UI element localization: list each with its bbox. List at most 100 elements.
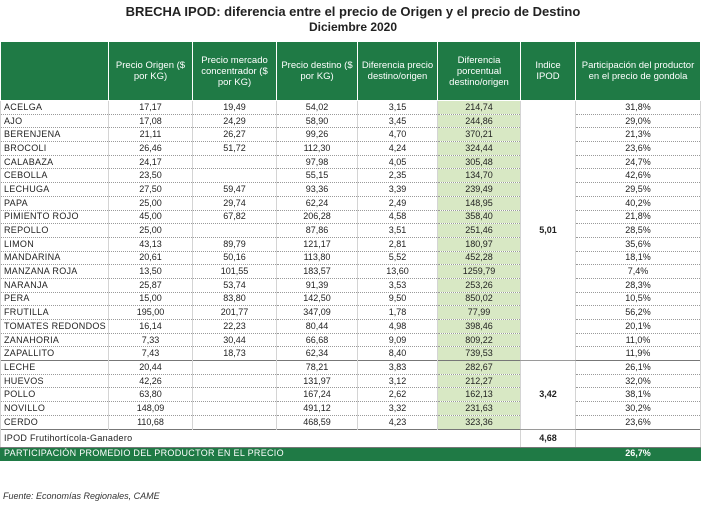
precio-destino: 58,90 bbox=[276, 114, 358, 129]
precio-origen: 45,00 bbox=[108, 210, 193, 225]
table-row: NARANJA 25,87 53,74 91,39 3,53 253,26 28,3% bbox=[0, 278, 701, 293]
diferencia-porcentual: 324,44 bbox=[437, 141, 521, 156]
precio-mercado: 18,73 bbox=[192, 346, 277, 362]
table-row: NOVILLO 148,09 491,12 3,32 231,63 30,2% bbox=[0, 401, 701, 416]
precio-origen: 43,13 bbox=[108, 237, 193, 252]
precio-destino: 62,24 bbox=[276, 196, 358, 211]
product-name: ACELGA bbox=[0, 100, 109, 115]
product-name: TOMATES REDONDOS bbox=[0, 319, 109, 334]
precio-destino: 206,28 bbox=[276, 210, 358, 225]
participation-value: 26,7% bbox=[575, 446, 701, 461]
precio-destino: 93,36 bbox=[276, 182, 358, 197]
table-row: ZAPALLITO 7,43 18,73 62,34 8,40 739,53 11,9% bbox=[0, 346, 701, 362]
precio-mercado: 24,29 bbox=[192, 114, 277, 129]
participacion-productor: 30,2% bbox=[575, 401, 701, 416]
participacion-productor: 29,5% bbox=[575, 182, 701, 197]
diferencia-precio: 4,24 bbox=[357, 141, 438, 156]
report-title: BRECHA IPOD: diferencia entre el precio … bbox=[125, 4, 581, 19]
diferencia-porcentual: 180,97 bbox=[437, 237, 521, 252]
precio-destino: 183,57 bbox=[276, 264, 358, 279]
diferencia-precio: 4,58 bbox=[357, 210, 438, 225]
precio-origen: 17,08 bbox=[108, 114, 193, 129]
table-header-row: Precio Origen ($ por KG) Precio mercado … bbox=[0, 41, 701, 101]
product-name: PERA bbox=[0, 292, 109, 307]
product-name: HUEVOS bbox=[0, 374, 109, 389]
precio-destino: 142,50 bbox=[276, 292, 358, 307]
participacion-productor: 21,3% bbox=[575, 127, 701, 143]
table-row: LIMON 43,13 89,79 121,17 2,81 180,97 35,6% bbox=[0, 237, 701, 252]
precio-mercado: 83,80 bbox=[192, 292, 277, 307]
table-row: POLLO 63,80 167,24 2,62 162,13 38,1% bbox=[0, 387, 701, 403]
precio-origen: 26,46 bbox=[108, 141, 193, 156]
diferencia-precio: 2,35 bbox=[357, 168, 438, 184]
precio-origen: 27,50 bbox=[108, 182, 193, 197]
precio-destino: 78,21 bbox=[276, 360, 358, 375]
precio-origen: 63,80 bbox=[108, 387, 193, 403]
precio-mercado bbox=[192, 168, 277, 184]
participacion-productor: 26,1% bbox=[575, 360, 701, 375]
precio-origen: 25,00 bbox=[108, 196, 193, 211]
diferencia-porcentual: 282,67 bbox=[437, 360, 521, 375]
precio-origen: 20,44 bbox=[108, 360, 193, 375]
diferencia-porcentual: 212,27 bbox=[437, 374, 521, 389]
precio-destino: 112,30 bbox=[276, 141, 358, 156]
summary-label: IPOD Frutihortícola-Ganadero bbox=[0, 428, 521, 448]
ipod-table: Precio Origen ($ por KG) Precio mercado … bbox=[0, 41, 701, 461]
diferencia-porcentual: 253,26 bbox=[437, 278, 521, 293]
participacion-productor: 23,6% bbox=[575, 415, 701, 430]
summary-row: IPOD Frutihortícola-Ganadero 4,68 bbox=[0, 428, 701, 448]
precio-origen: 110,68 bbox=[108, 415, 193, 430]
diferencia-precio: 4,23 bbox=[357, 415, 438, 430]
diferencia-precio: 3,12 bbox=[357, 374, 438, 389]
precio-destino: 91,39 bbox=[276, 278, 358, 293]
summary-ipod-value: 4,68 bbox=[520, 428, 576, 448]
header-porcentual: Diferencia porcentual destino/origen bbox=[437, 41, 521, 101]
ipod-ganadero: 3,42 bbox=[520, 360, 576, 430]
header-diferencia: Diferencia precio destino/origen bbox=[357, 41, 438, 101]
table-row: BROCOLI 26,46 51,72 112,30 4,24 324,44 23,6% bbox=[0, 141, 701, 156]
product-name: MANZANA ROJA bbox=[0, 264, 109, 279]
product-name: CALABAZA bbox=[0, 155, 109, 170]
diferencia-porcentual: 398,46 bbox=[437, 319, 521, 334]
diferencia-precio: 8,40 bbox=[357, 346, 438, 362]
precio-destino: 80,44 bbox=[276, 319, 358, 334]
diferencia-precio: 3,15 bbox=[357, 100, 438, 115]
table-row: LECHE 20,44 78,21 3,83 282,67 3,42 26,1% bbox=[0, 360, 701, 430]
participacion-productor: 29,0% bbox=[575, 114, 701, 129]
diferencia-precio: 4,70 bbox=[357, 127, 438, 143]
precio-destino: 347,09 bbox=[276, 305, 358, 320]
participacion-productor: 10,5% bbox=[575, 292, 701, 307]
participacion-productor: 35,6% bbox=[575, 237, 701, 252]
summary-empty bbox=[575, 428, 701, 448]
participacion-productor: 56,2% bbox=[575, 305, 701, 320]
precio-origen: 21,11 bbox=[108, 127, 193, 143]
precio-destino: 113,80 bbox=[276, 251, 358, 266]
participacion-productor: 31,8% bbox=[575, 100, 701, 115]
precio-mercado: 19,49 bbox=[192, 100, 277, 115]
diferencia-precio: 3,53 bbox=[357, 278, 438, 293]
diferencia-porcentual: 323,36 bbox=[437, 415, 521, 430]
precio-origen: 15,00 bbox=[108, 292, 193, 307]
participacion-productor: 28,3% bbox=[575, 278, 701, 293]
diferencia-precio: 2,49 bbox=[357, 196, 438, 211]
table-row: MANDARINA 20,61 50,16 113,80 5,52 452,28 18,1% bbox=[0, 251, 701, 266]
source-note: Fuente: Economías Regionales, CAME bbox=[3, 491, 160, 501]
precio-destino: 97,98 bbox=[276, 155, 358, 170]
report-subtitle: Diciembre 2020 bbox=[308, 20, 398, 34]
precio-mercado bbox=[192, 374, 277, 389]
precio-destino: 87,86 bbox=[276, 223, 358, 238]
table-row: PAPA 25,00 29,74 62,24 2,49 148,95 40,2% bbox=[0, 196, 701, 211]
product-name: BERENJENA bbox=[0, 127, 109, 143]
precio-destino: 491,12 bbox=[276, 401, 358, 416]
participacion-productor: 21,8% bbox=[575, 210, 701, 225]
precio-mercado bbox=[192, 401, 277, 416]
precio-mercado bbox=[192, 387, 277, 403]
table-row: PERA 15,00 83,80 142,50 9,50 850,02 10,5% bbox=[0, 292, 701, 307]
diferencia-precio: 3,51 bbox=[357, 223, 438, 238]
precio-origen: 42,26 bbox=[108, 374, 193, 389]
diferencia-precio: 5,52 bbox=[357, 251, 438, 266]
diferencia-porcentual: 370,21 bbox=[437, 127, 521, 143]
precio-origen: 148,09 bbox=[108, 401, 193, 416]
diferencia-porcentual: 239,49 bbox=[437, 182, 521, 197]
precio-mercado: 22,23 bbox=[192, 319, 277, 334]
